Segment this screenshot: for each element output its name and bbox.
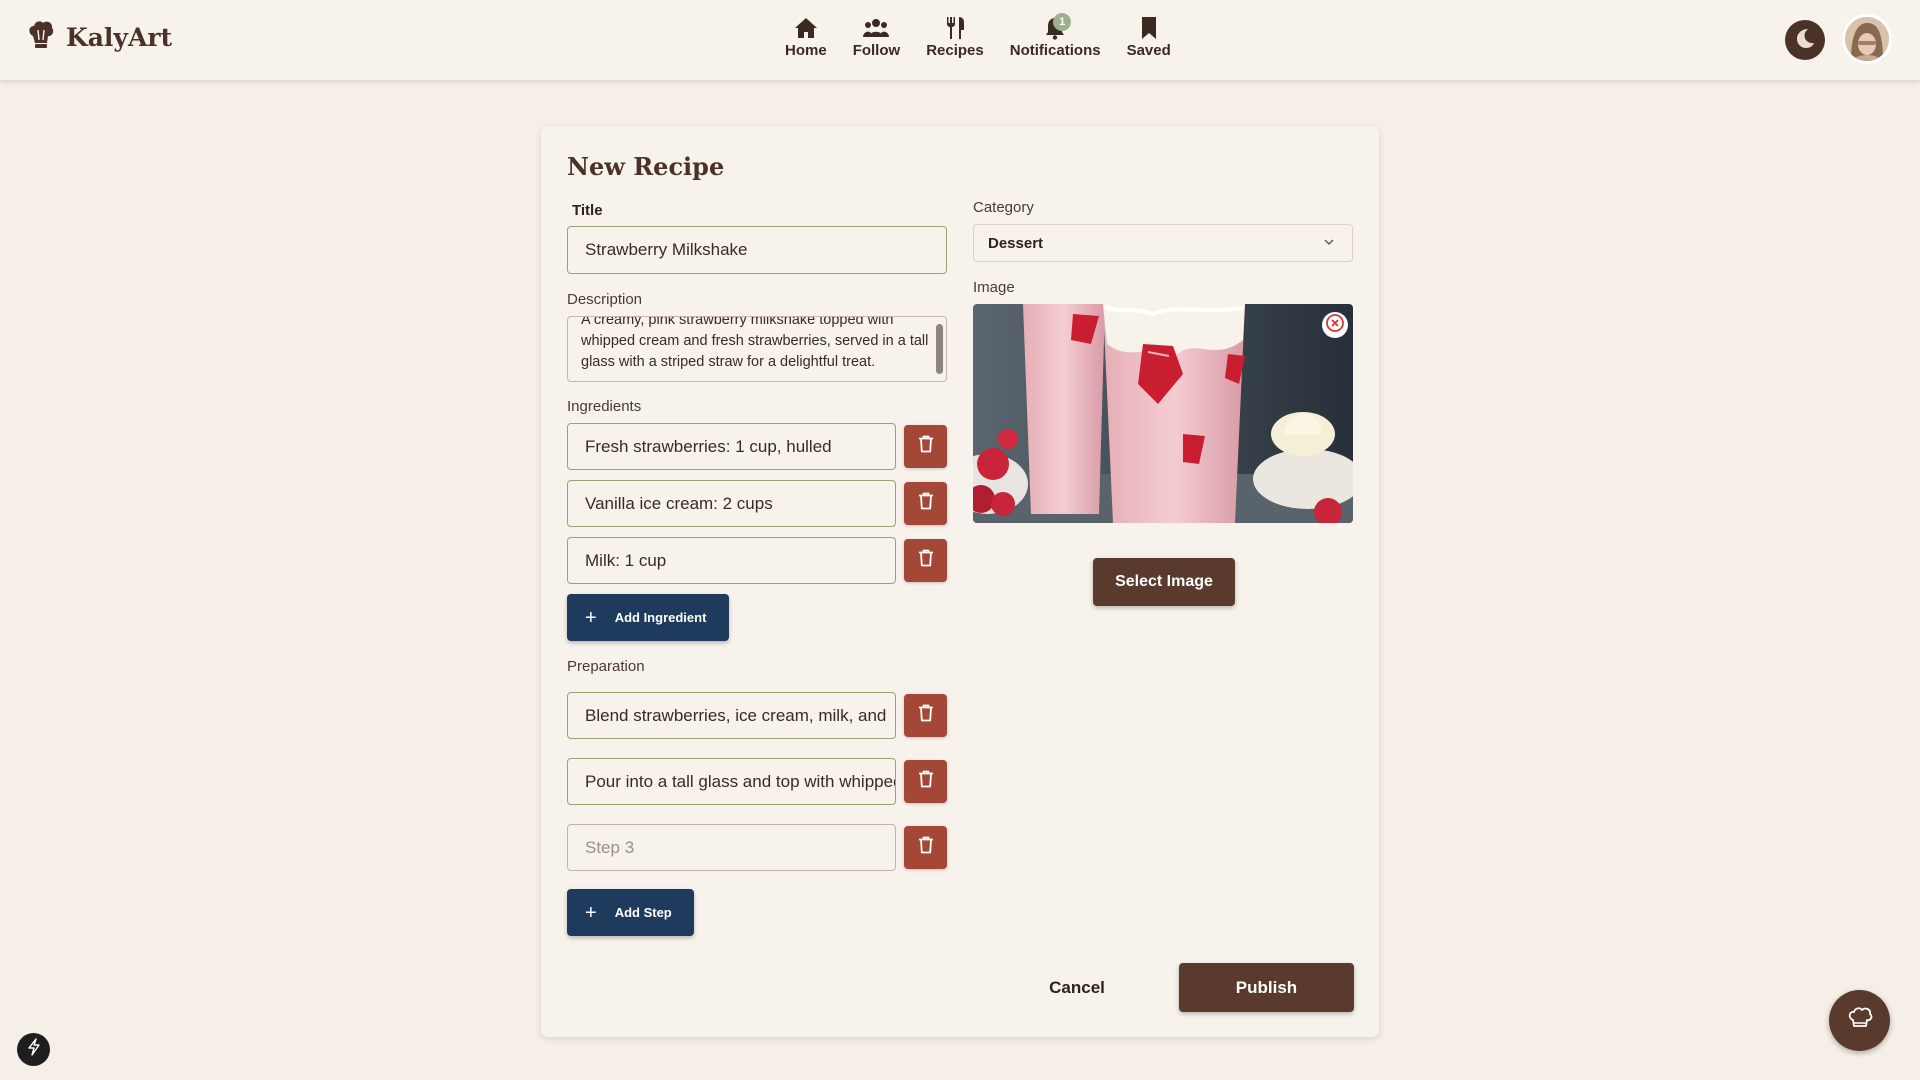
description-textarea[interactable]: A creamy, pink strawberry milkshake topp… bbox=[567, 316, 947, 382]
moon-icon bbox=[1794, 27, 1816, 54]
nav-saved[interactable]: Saved bbox=[1114, 14, 1184, 59]
notification-badge: 1 bbox=[1053, 13, 1072, 31]
ingredient-input-2[interactable]: Vanilla ice cream: 2 cups bbox=[567, 480, 896, 527]
plus-icon: + bbox=[585, 901, 597, 924]
chef-hat-icon bbox=[1847, 1006, 1873, 1035]
nav-saved-label: Saved bbox=[1126, 42, 1171, 59]
trash-icon bbox=[918, 836, 934, 859]
users-icon bbox=[862, 14, 890, 42]
delete-ingredient-1-button[interactable] bbox=[904, 425, 947, 468]
delete-ingredient-2-button[interactable] bbox=[904, 482, 947, 525]
fork-knife-icon bbox=[941, 14, 969, 42]
title-label: Title bbox=[572, 202, 603, 219]
step-input-2[interactable]: Pour into a tall glass and top with whip… bbox=[567, 758, 896, 805]
add-step-button[interactable]: + Add Step bbox=[567, 889, 694, 936]
description-label: Description bbox=[567, 291, 643, 308]
trash-icon bbox=[918, 549, 934, 572]
preparation-label: Preparation bbox=[567, 658, 645, 675]
theme-toggle-button[interactable] bbox=[1785, 20, 1825, 60]
milkshake-photo bbox=[973, 304, 1353, 523]
title-input[interactable]: Strawberry Milkshake bbox=[567, 226, 947, 274]
delete-step-2-button[interactable] bbox=[904, 760, 947, 803]
brand-name: KalyArt bbox=[66, 23, 173, 52]
add-ingredient-label: Add Ingredient bbox=[614, 610, 707, 625]
description-scrollbar[interactable] bbox=[936, 324, 943, 374]
bookmark-icon bbox=[1135, 14, 1163, 42]
nav-home-label: Home bbox=[785, 42, 827, 59]
nav-follow-label: Follow bbox=[852, 42, 901, 59]
step-input-1[interactable]: Blend strawberries, ice cream, milk, and bbox=[567, 692, 896, 739]
description-text: A creamy, pink strawberry milkshake topp… bbox=[581, 316, 929, 370]
ingredient-input-1[interactable]: Fresh strawberries: 1 cup, hulled bbox=[567, 423, 896, 470]
add-step-label: Add Step bbox=[614, 905, 672, 920]
user-avatar[interactable] bbox=[1842, 14, 1892, 64]
trash-icon bbox=[918, 770, 934, 793]
nav-follow[interactable]: Follow bbox=[840, 14, 914, 59]
delete-step-1-button[interactable] bbox=[904, 694, 947, 737]
trash-icon bbox=[918, 704, 934, 727]
image-label: Image bbox=[973, 279, 1015, 296]
main-nav: Home Follow Recipes 1 Notifications Save… bbox=[772, 13, 1184, 59]
select-image-button[interactable]: Select Image bbox=[1093, 558, 1235, 606]
category-select[interactable]: Dessert bbox=[973, 224, 1353, 262]
category-label: Category bbox=[973, 199, 1034, 216]
home-icon bbox=[792, 14, 820, 42]
nav-recipes[interactable]: Recipes bbox=[913, 14, 997, 59]
plus-icon: + bbox=[585, 606, 597, 629]
close-circle-icon bbox=[1325, 313, 1345, 338]
cancel-button[interactable]: Cancel bbox=[1021, 964, 1133, 1012]
brand-logo[interactable]: KalyArt bbox=[28, 20, 172, 55]
add-ingredient-button[interactable]: + Add Ingredient bbox=[567, 594, 729, 641]
recipe-image-preview bbox=[973, 304, 1353, 523]
bell-icon: 1 bbox=[1041, 13, 1072, 42]
chef-hat-icon bbox=[28, 20, 54, 55]
chevron-down-icon bbox=[1322, 235, 1336, 253]
ingredient-input-3[interactable]: Milk: 1 cup bbox=[567, 537, 896, 584]
ingredients-label: Ingredients bbox=[567, 398, 642, 415]
new-recipe-card: New Recipe Title Strawberry Milkshake De… bbox=[541, 126, 1379, 1037]
nav-notifications[interactable]: 1 Notifications bbox=[997, 13, 1114, 59]
top-navbar: KalyArt Home Follow Recipes 1 Notificati… bbox=[0, 0, 1920, 80]
step-input-3[interactable]: Step 3 bbox=[567, 824, 896, 871]
category-value: Dessert bbox=[988, 234, 1044, 252]
delete-ingredient-3-button[interactable] bbox=[904, 539, 947, 582]
remove-image-button[interactable] bbox=[1322, 312, 1348, 338]
nav-notifications-label: Notifications bbox=[1009, 42, 1101, 59]
publish-button[interactable]: Publish bbox=[1179, 963, 1354, 1012]
delete-step-3-button[interactable] bbox=[904, 826, 947, 869]
nav-home[interactable]: Home bbox=[772, 14, 840, 59]
quick-action-button[interactable] bbox=[17, 1033, 50, 1066]
trash-icon bbox=[918, 492, 934, 515]
trash-icon bbox=[918, 435, 934, 458]
bolt-icon bbox=[26, 1038, 42, 1061]
nav-recipes-label: Recipes bbox=[926, 42, 984, 59]
page-title: New Recipe bbox=[567, 152, 725, 181]
chef-assistant-button[interactable] bbox=[1829, 990, 1890, 1051]
